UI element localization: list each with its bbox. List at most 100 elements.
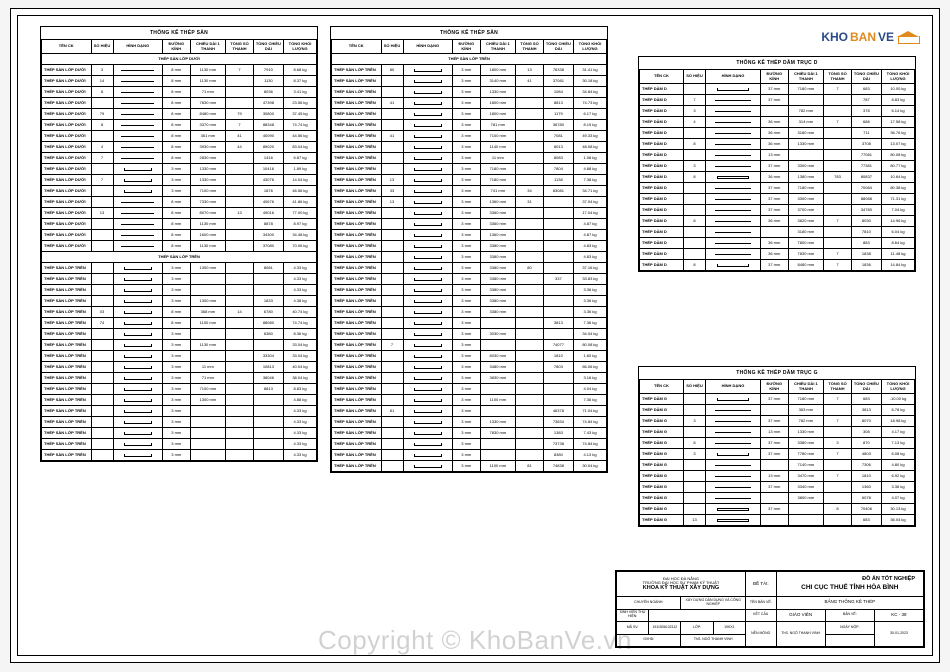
table-cell: 3 mm	[453, 87, 481, 98]
table-cell	[190, 439, 226, 450]
col-header: SỐ HIỆU	[684, 380, 706, 394]
table-cell	[684, 405, 706, 416]
table-cell	[91, 98, 113, 109]
table-cell	[381, 395, 403, 406]
table-cell	[516, 450, 544, 461]
table-cell	[253, 417, 283, 428]
table-cell: 37 mm	[761, 394, 789, 405]
table-row: THÉP SÀN LỚP TRÊN3 mm83804.13 kg	[332, 450, 607, 461]
table-cell: 80.08 kg	[574, 340, 607, 351]
table-cell: 8.68 kg	[284, 65, 317, 76]
table-cell: 3 mm	[453, 384, 481, 395]
table-cell	[403, 329, 453, 340]
table-cell: 7.36 kg	[574, 318, 607, 329]
table-cell	[403, 65, 453, 76]
table-cell: 3	[91, 65, 113, 76]
table-cell: 33.04 kg	[284, 351, 317, 362]
table-cell	[113, 318, 163, 329]
table-cell: 3.36 kg	[574, 285, 607, 296]
table-cell: THÉP SÀN LỚP TRÊN	[332, 395, 382, 406]
table-cell: 33304	[253, 351, 283, 362]
table-cell: THÉP SÀN LỚP TRÊN	[332, 219, 382, 230]
col-header: TỔNG KHỐI LƯỢNG	[882, 380, 915, 394]
table-cell	[403, 274, 453, 285]
table-cell: 4.33 kg	[284, 439, 317, 450]
table-cell: 43076	[253, 175, 283, 186]
table-cell	[403, 340, 453, 351]
table-cell	[480, 406, 516, 417]
table-cell: 8.64 kg	[882, 238, 915, 249]
section-header: THÉP SÀN LỚP TRÊN	[332, 54, 607, 65]
table-cell: 17.04 kg	[574, 208, 607, 219]
table-cell: 7	[226, 65, 254, 76]
table4-grid: TÊN CKSỐ HIỆUHÌNH DẠNGĐƯỜNG KÍNHCHIỀU DÀ…	[639, 379, 915, 526]
table-cell: THÉP SÀN LỚP TRÊN	[42, 417, 92, 428]
table-cell: 36 mm	[761, 128, 789, 139]
table-cell	[381, 439, 403, 450]
table-cell	[381, 263, 403, 274]
table-cell: 7330 mm	[190, 197, 226, 208]
table-cell	[113, 263, 163, 274]
table-cell: THÉP SÀN LỚP TRÊN	[332, 142, 382, 153]
table-cell	[403, 219, 453, 230]
table-row: THÉP DẦM D837 mm8480 mm7183614.84 kg	[640, 260, 915, 271]
table-row: THÉP SÀN LỚP TRÊN3 mm4.33 kg	[42, 285, 317, 296]
table-cell: 74.84 kg	[574, 417, 607, 428]
table-cell	[824, 405, 852, 416]
table-cell: THÉP SÀN LỚP TRÊN	[332, 241, 382, 252]
table-cell: 3 mm	[453, 98, 481, 109]
table-cell: 8480 mm	[788, 260, 824, 271]
table-cell: THÉP SÀN LỚP TRÊN	[332, 384, 382, 395]
table-cell	[403, 318, 453, 329]
table-cell: THÉP DẦM D	[640, 205, 684, 216]
table-cell: THÉP DẦM D	[640, 128, 684, 139]
table-cell	[113, 98, 163, 109]
table-cell: THÉP SÀN LỚP TRÊN	[42, 351, 92, 362]
table-cell	[113, 219, 163, 230]
table-cell: 37 mm	[761, 416, 789, 427]
table-cell: THÉP DẦM G	[640, 438, 684, 449]
table-cell	[113, 241, 163, 252]
table-cell: 8 mm	[163, 219, 191, 230]
table-cell	[113, 175, 163, 186]
table-row: THÉP SÀN LỚP TRÊN3 mm3360 mm17.04 kg	[332, 208, 607, 219]
table-cell: 3 mm	[163, 296, 191, 307]
table-cell: 33	[381, 186, 403, 197]
table-cell: 71 mm	[190, 87, 226, 98]
table-cell	[226, 76, 254, 87]
table-cell: THÉP SÀN LỚP TRÊN	[332, 230, 382, 241]
table-cell: 7081	[543, 131, 573, 142]
table-cell: 8 mm	[163, 109, 191, 120]
table-cell: THÉP SÀN LỚP TRÊN	[332, 351, 382, 362]
table-cell: 66.06 kg	[574, 362, 607, 373]
table-cell: 3380 mm	[480, 285, 516, 296]
table-cell	[403, 351, 453, 362]
table-row: THÉP DẦM D836 mm1380 mm7838083710.64 kg	[640, 172, 915, 183]
table-cell: 44	[226, 142, 254, 153]
table-row: THÉP SÀN LỚP TRÊN3 mm3380 mm3.36 kg	[332, 296, 607, 307]
table-cell: THÉP SÀN LỚP TRÊN	[42, 296, 92, 307]
table2-title: THỐNG KÊ THÉP SÀN	[331, 27, 607, 39]
table-cell: 36 mm	[761, 139, 789, 150]
table-cell: 8 mm	[163, 153, 191, 164]
table-cell	[761, 515, 789, 526]
table-cell: 3380 mm	[480, 296, 516, 307]
table-cell	[253, 274, 283, 285]
table-cell: THÉP SÀN LỚP DƯỚI	[42, 186, 92, 197]
table-cell	[684, 427, 706, 438]
table-cell: 4.07 kg	[882, 493, 915, 504]
table-cell: 3 mm	[163, 351, 191, 362]
table-row: THÉP SÀN LỚP DƯỚI88 mm71 mm80363.41 kg	[42, 87, 317, 98]
table-cell	[824, 183, 852, 194]
table-cell: 37 mm	[761, 205, 789, 216]
table-cell	[706, 471, 761, 482]
table-row: THÉP SÀN LỚP DƯỚI8 mm1600 mm3430034.48 k…	[42, 230, 317, 241]
table-cell	[761, 493, 789, 504]
col-header: TỔNG KHỐI LƯỢNG	[284, 40, 317, 54]
table-cell	[706, 139, 761, 150]
table-cell: 37.16 kg	[574, 263, 607, 274]
table-cell: THÉP DẦM G	[640, 416, 684, 427]
table-cell: 3180 mm	[788, 227, 824, 238]
table-cell: 79	[226, 109, 254, 120]
table-cell	[403, 175, 453, 186]
